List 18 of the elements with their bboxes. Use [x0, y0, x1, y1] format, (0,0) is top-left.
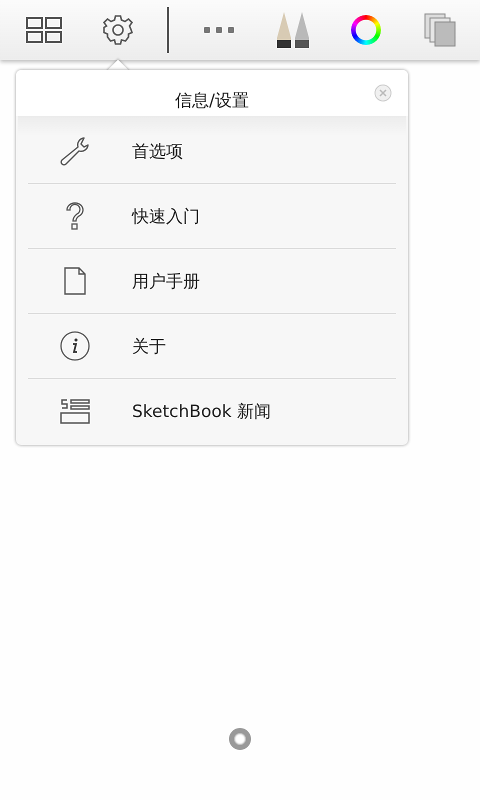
news-icon: [60, 398, 90, 424]
menu-item[interactable]: 快速入门: [18, 184, 406, 248]
close-icon: [374, 84, 392, 102]
settings-icon: [102, 14, 134, 46]
color-wheel-icon: [351, 15, 382, 45]
document-icon: [64, 267, 86, 295]
page-indicator: [229, 728, 251, 750]
popover-title: 信息/设置: [175, 90, 249, 112]
pencil-icon: [274, 10, 311, 50]
menu-item[interactable]: 用户手册: [18, 249, 406, 313]
grid-icon: [26, 17, 62, 43]
question-icon: [64, 201, 86, 231]
info-icon: [60, 331, 90, 361]
layers-icon: [422, 12, 457, 48]
menu-item[interactable]: 关于: [18, 314, 406, 378]
menu-item[interactable]: 首选项: [18, 119, 406, 183]
more-icon: [202, 26, 235, 34]
menu-item[interactable]: SketchBook 新闻: [18, 379, 406, 443]
